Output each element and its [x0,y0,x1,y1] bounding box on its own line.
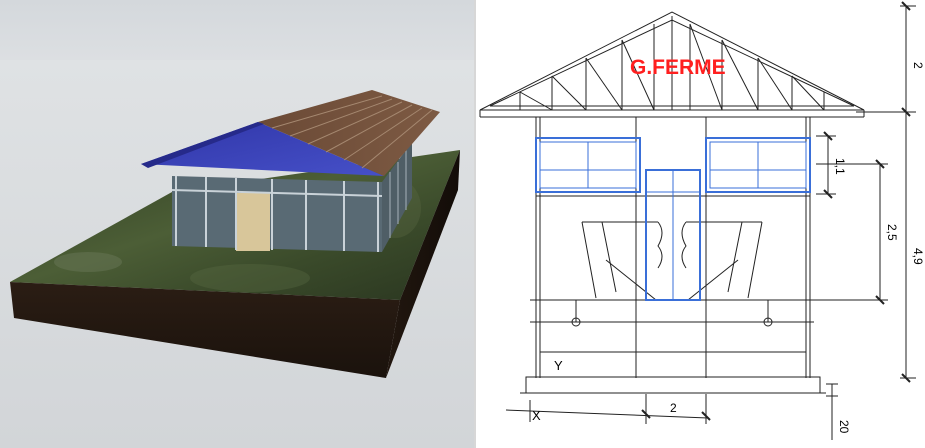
dim-truss-height: 2 [911,62,925,69]
dim-window-height: 1,1 [833,158,847,175]
dim-plinth: 20 [837,420,851,434]
sky [0,0,474,60]
dim-opening-height: 2,5 [885,224,899,241]
building-3d-render [0,0,474,448]
building-front-wall [172,176,382,252]
elevation-drawing: G.FERME 2 4,9 2,5 1,1 2 20 Y X [476,0,925,448]
dim-total-height: 4,9 [911,248,925,265]
figure: G.FERME 2 4,9 2,5 1,1 2 20 Y X [0,0,925,448]
building-door [236,193,270,251]
axis-label-x: X [532,408,541,423]
plinth [520,299,826,394]
drawing-svg: G.FERME 2 4,9 2,5 1,1 2 20 Y X [479,1,925,440]
windows [535,137,811,301]
render-svg [0,0,474,448]
grass-highlight [54,252,122,272]
feeding-troughs [571,221,773,327]
grass-highlight [190,264,310,292]
dim-bay-width: 2 [670,401,677,415]
axis-label-y: Y [554,358,563,373]
brand-label: G.FERME [630,56,726,79]
